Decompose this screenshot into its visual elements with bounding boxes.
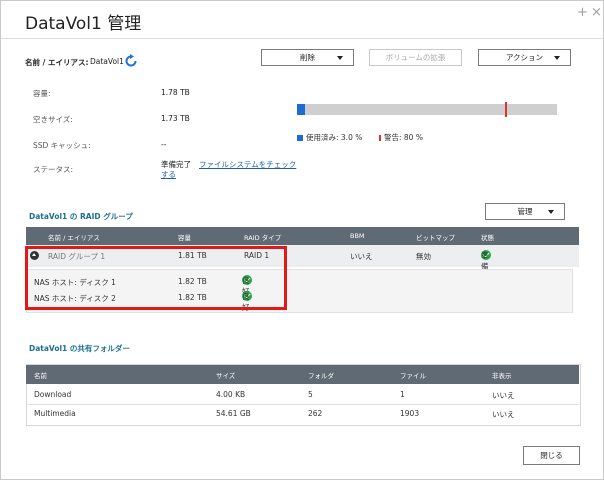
used-legend-text: 使用済み: 3.0 % [306, 133, 363, 142]
raid-col-type: RAID タイプ [244, 234, 282, 242]
expand-volume-button-label: ボリュームの拡張 [385, 53, 446, 62]
refresh-icon[interactable] [123, 53, 139, 69]
volume-management-dialog: DataVol1 管理 + × 名前 / エイリアス: DataVol1 削除 … [0, 0, 604, 480]
name-alias-label: 名前 / エイリアス: [25, 58, 89, 67]
shares-col-folders: フォルダ [308, 372, 334, 380]
warning-legend: 警告: 80 % [379, 132, 423, 143]
raid-col-name: 名前 / エイリアス [48, 234, 100, 242]
capacity-label: 容量: [33, 89, 51, 98]
title-divider [1, 38, 603, 39]
chevron-down-icon [337, 56, 343, 60]
share-size: 54.61 GB [216, 409, 251, 418]
close-icon[interactable]: × [591, 5, 602, 20]
share-hidden: いいえ [492, 391, 515, 400]
share-files: 1903 [400, 409, 420, 418]
table-row[interactable]: Multimedia 54.61 GB 262 1903 いいえ [26, 404, 579, 423]
raid-section-title: DataVol1 の RAID グループ [29, 212, 133, 221]
shares-col-hidden: 非表示 [492, 372, 512, 380]
warning-swatch [379, 135, 381, 141]
delete-button-label: 削除 [300, 53, 315, 62]
check-filesystem-link[interactable]: ファイルシステムをチェック [199, 159, 296, 170]
name-alias-value: DataVol1 [90, 57, 124, 66]
share-folders: 262 [308, 409, 323, 418]
raid-col-bitmap: ビットマップ [416, 234, 455, 242]
warning-legend-text: 警告: 80 % [384, 133, 423, 142]
warning-threshold-marker [505, 102, 507, 117]
chevron-down-icon [548, 210, 554, 214]
raid-col-capacity: 容量 [178, 234, 191, 242]
used-legend: 使用済み: 3.0 % [297, 132, 362, 143]
raid-col-bbm: BBM [350, 232, 365, 240]
add-icon[interactable]: + [577, 5, 588, 20]
raid-group-bitmap: 無効 [416, 252, 431, 261]
free-size-label: 空きサイズ: [33, 115, 73, 124]
dialog-title: DataVol1 管理 [25, 14, 142, 34]
share-hidden: いいえ [492, 410, 515, 419]
shares-section-title: DataVol1 の共有フォルダー [29, 344, 130, 353]
expand-volume-button[interactable]: ボリュームの拡張 [369, 49, 462, 66]
usage-bar [297, 102, 557, 117]
usage-fill [297, 104, 305, 115]
share-size: 4.00 KB [216, 390, 246, 399]
delete-button[interactable]: 削除 [261, 49, 354, 66]
share-name: Multimedia [34, 409, 76, 418]
annotation-highlight-box [25, 246, 287, 310]
raid-table-header: 名前 / エイリアス 容量 RAID タイプ BBM ビットマップ 状態 [26, 227, 579, 245]
share-name: Download [34, 390, 72, 399]
manage-button-label: 管理 [517, 207, 533, 216]
free-size-value: 1.73 TB [161, 114, 190, 123]
close-button[interactable]: 閉じる [523, 446, 580, 465]
raid-group-bbm: いいえ [350, 252, 373, 261]
action-button[interactable]: アクション [478, 49, 571, 66]
table-row[interactable]: Download 4.00 KB 5 1 いいえ [26, 385, 579, 405]
raid-col-status: 状態 [481, 234, 494, 242]
action-button-label: アクション [505, 53, 544, 62]
shares-col-size: サイズ [216, 372, 236, 380]
manage-button[interactable]: 管理 [485, 203, 565, 220]
shares-col-files: ファイル [400, 372, 426, 380]
share-folders: 5 [308, 390, 313, 399]
shares-col-name: 名前 [34, 372, 47, 380]
ssd-cache-label: SSD キャッシュ: [33, 141, 91, 150]
shares-table-header: 名前 サイズ フォルダ ファイル 非表示 [26, 365, 579, 384]
share-files: 1 [400, 390, 405, 399]
status-label: ステータス: [33, 165, 74, 174]
used-swatch [297, 135, 303, 141]
chevron-down-icon [554, 56, 560, 60]
capacity-value: 1.78 TB [161, 88, 190, 97]
ssd-cache-value: -- [161, 140, 167, 149]
check-filesystem-link-cont[interactable]: する [161, 169, 176, 180]
close-button-label: 閉じる [540, 451, 563, 460]
